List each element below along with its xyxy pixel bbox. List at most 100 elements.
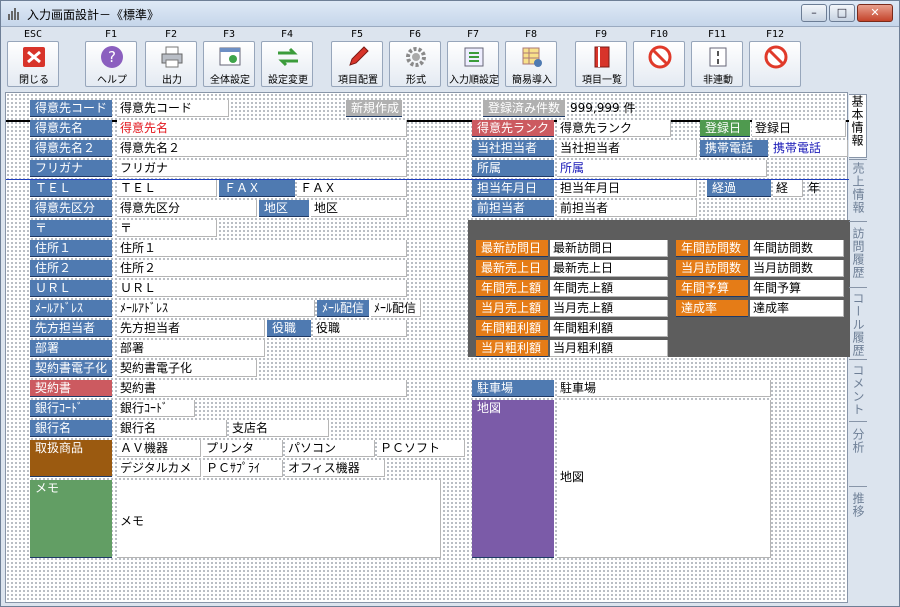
field-elapsed[interactable]: 経: [773, 180, 803, 197]
new-create-button[interactable]: 新規作成: [346, 100, 402, 117]
field-reg-date[interactable]: 登録日: [752, 120, 846, 137]
f10-button[interactable]: [633, 41, 685, 87]
tab-call-history[interactable]: コール履歴: [849, 292, 867, 362]
tab-basic-info[interactable]: 基本情報: [849, 94, 867, 158]
title-bar: 入力画面設計－《標準》 – □ ✕: [1, 1, 899, 27]
product-checkbox[interactable]: ＰＣソフト: [377, 440, 465, 457]
field-mail-delivery[interactable]: ﾒｰﾙ配信: [371, 300, 421, 317]
field-annual-budget[interactable]: 年間予算: [750, 280, 844, 297]
field-name[interactable]: 得意先名: [117, 120, 407, 137]
field-last-visit[interactable]: 最新訪問日: [550, 240, 668, 257]
quick-import-button[interactable]: 簡易導入: [505, 41, 557, 87]
field-dept[interactable]: 部署: [117, 340, 265, 357]
field-bank-name[interactable]: 銀行名: [117, 420, 227, 437]
f11-unlink-key[interactable]: F11 非連動: [691, 28, 743, 88]
field-code[interactable]: 得意先コード: [117, 100, 229, 117]
field-achievement[interactable]: 達成率: [750, 300, 844, 317]
field-annual-visits[interactable]: 年間訪問数: [750, 240, 844, 257]
field-prev-staff[interactable]: 前担当者: [557, 200, 697, 217]
tab-analysis[interactable]: 分析: [849, 428, 867, 486]
field-addr2[interactable]: 住所２: [117, 260, 407, 277]
tab-comment[interactable]: コメント: [849, 364, 867, 426]
f6-format-key[interactable]: F6 形式: [389, 28, 441, 88]
esc-close-key[interactable]: ESC 閉じる: [7, 28, 59, 88]
settings-window-icon: [219, 47, 241, 66]
maximize-button[interactable]: □: [829, 4, 855, 22]
field-month-profit[interactable]: 当月粗利額: [550, 340, 668, 357]
field-map[interactable]: 地図: [557, 400, 771, 558]
field-kana[interactable]: フリガナ: [117, 160, 407, 177]
unlink-button[interactable]: 非連動: [691, 41, 743, 87]
product-checkbox[interactable]: パソコン: [285, 440, 375, 457]
field-area[interactable]: 地区: [311, 200, 407, 217]
field-email[interactable]: ﾒｰﾙｱﾄﾞﾚｽ: [117, 300, 315, 317]
field-parking[interactable]: 駐車場: [557, 380, 771, 397]
field-annual-sales[interactable]: 年間売上額: [550, 280, 668, 297]
product-checkbox[interactable]: デジタルカメ: [117, 460, 201, 477]
field-category[interactable]: 得意先区分: [117, 200, 257, 217]
f7-input-order-key[interactable]: F7 入力順設定: [447, 28, 499, 88]
global-settings-button[interactable]: 全体設定: [203, 41, 255, 87]
tab-trend[interactable]: 推移: [849, 492, 867, 554]
f3-global-settings-key[interactable]: F3 全体設定: [203, 28, 255, 88]
f4-change-settings-key[interactable]: F4 設定変更: [261, 28, 313, 88]
f12-button[interactable]: [749, 41, 801, 87]
field-contract[interactable]: 契約書: [117, 380, 407, 397]
tb-label: 項目一覧: [582, 75, 622, 86]
field-staff-date[interactable]: 担当年月日: [557, 180, 697, 197]
label-mobile: 携帯電話: [700, 140, 768, 157]
key-label: F4: [280, 29, 294, 40]
app-window: 入力画面設計－《標準》 – □ ✕ ESC 閉じる F1? ヘルプ F2 出力 F3 全…: [0, 0, 900, 607]
field-tel[interactable]: ＴＥＬ: [117, 180, 217, 197]
field-contract-doc[interactable]: 契約書電子化: [117, 360, 257, 377]
product-checkbox[interactable]: ＡＶ機器: [117, 440, 201, 457]
output-button[interactable]: 出力: [145, 41, 197, 87]
change-settings-button[interactable]: 設定変更: [261, 41, 313, 87]
field-zip[interactable]: 〒: [117, 220, 217, 237]
close-button[interactable]: ✕: [857, 4, 893, 22]
f5-item-layout-key[interactable]: F5 項目配置: [331, 28, 383, 88]
field-annual-profit[interactable]: 年間粗利額: [550, 320, 668, 337]
field-position[interactable]: 役職: [313, 320, 407, 337]
product-checkbox[interactable]: オフィス機器: [285, 460, 385, 477]
field-fax[interactable]: ＦＡＸ: [297, 180, 407, 197]
key-label: F5: [350, 29, 364, 40]
pencil-icon: [349, 46, 369, 66]
f2-output-key[interactable]: F2 出力: [145, 28, 197, 88]
key-label: F9: [594, 29, 608, 40]
f8-quick-import-key[interactable]: F8 簡易導入: [505, 28, 557, 88]
label-dept: 部署: [30, 340, 112, 357]
field-month-visits[interactable]: 当月訪問数: [750, 260, 844, 277]
field-bank-code[interactable]: 銀行ｺｰﾄﾞ: [117, 400, 195, 417]
f12-key[interactable]: F12: [749, 28, 801, 88]
input-order-button[interactable]: 入力順設定: [447, 41, 499, 87]
close-button-tb[interactable]: 閉じる: [7, 41, 59, 87]
help-button[interactable]: ? ヘルプ: [85, 41, 137, 87]
field-last-sale[interactable]: 最新売上日: [550, 260, 668, 277]
product-checkbox[interactable]: ＰＣｻﾌﾟﾗｲ: [203, 460, 283, 477]
label-email: ﾒｰﾙｱﾄﾞﾚｽ: [30, 300, 112, 317]
field-mobile[interactable]: 携帯電話: [770, 140, 848, 157]
tab-sales-info[interactable]: 売上情報: [849, 162, 867, 224]
f1-help-key[interactable]: F1? ヘルプ: [85, 28, 137, 88]
field-staff[interactable]: 当社担当者: [557, 140, 697, 157]
product-checkbox[interactable]: プリンタ: [203, 440, 283, 457]
f10-key[interactable]: F10: [633, 28, 685, 88]
f9-item-list-key[interactable]: F9 項目一覧: [575, 28, 627, 88]
minimize-button[interactable]: –: [801, 4, 827, 22]
field-branch[interactable]: 支店名: [229, 420, 329, 437]
field-memo[interactable]: メモ: [117, 480, 441, 558]
tab-visit-history[interactable]: 訪問履歴: [849, 227, 867, 289]
field-url[interactable]: ＵＲＬ: [117, 280, 407, 297]
form-canvas: 得意先コード 得意先コード 新規作成 得意先名 得意先名 得意先名２ 得意先名２…: [5, 92, 850, 603]
format-button[interactable]: 形式: [389, 41, 441, 87]
field-contact[interactable]: 先方担当者: [117, 320, 265, 337]
field-rank[interactable]: 得意先ランク: [557, 120, 671, 137]
item-list-button[interactable]: 項目一覧: [575, 41, 627, 87]
item-layout-button[interactable]: 項目配置: [331, 41, 383, 87]
field-name2[interactable]: 得意先名２: [117, 140, 407, 157]
field-addr1[interactable]: 住所１: [117, 240, 407, 257]
field-affiliation[interactable]: 所属: [557, 160, 767, 177]
svg-text:?: ?: [108, 48, 116, 66]
field-month-sales[interactable]: 当月売上額: [550, 300, 668, 317]
